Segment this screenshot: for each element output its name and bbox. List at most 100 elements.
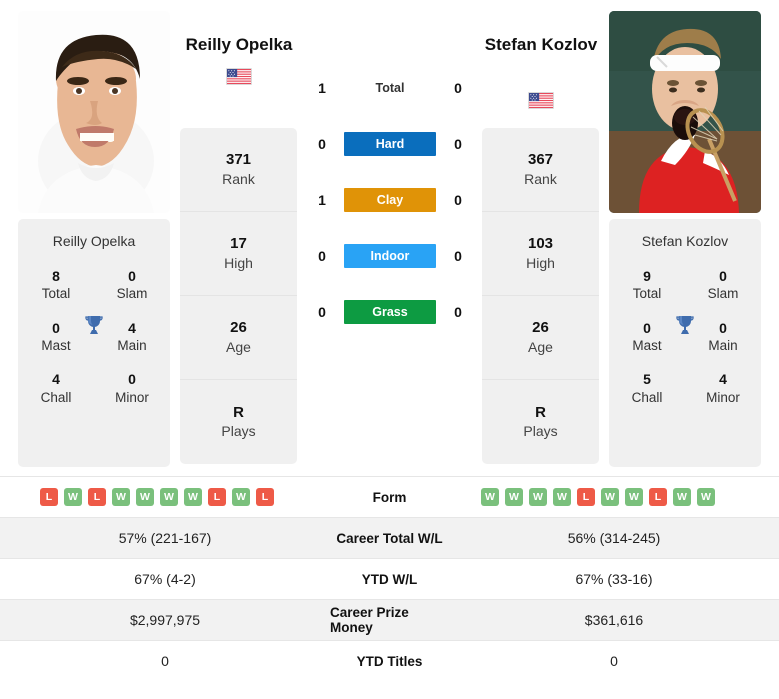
table-cell-left: $2,997,975	[129, 612, 201, 628]
h2h-row-hard: 0 Hard 0	[303, 116, 477, 172]
stat-value: 26	[230, 319, 247, 337]
titles-slam-left: 0 Slam	[104, 267, 160, 303]
surface-badge-grass[interactable]: Grass	[344, 300, 436, 324]
form-badge[interactable]: W	[553, 488, 571, 506]
form-badges-left: LWLWWWWLWL	[28, 488, 274, 506]
trophy-icon	[673, 313, 697, 337]
titles-chall-left: 4 Chall	[28, 370, 84, 406]
stat-label: Minor	[706, 389, 740, 405]
stat-label: Chall	[631, 389, 663, 405]
form-badge[interactable]: L	[88, 488, 106, 506]
stat-value: 0	[643, 319, 651, 336]
form-badge[interactable]: L	[40, 488, 58, 506]
form-badge[interactable]: W	[673, 488, 691, 506]
form-badge[interactable]: W	[136, 488, 154, 506]
comparison-header: Reilly Opelka Stefan Kozlov 1 Total 0 0 …	[0, 0, 779, 472]
stat-value: 0	[719, 268, 727, 284]
stat-label: Mast	[41, 337, 71, 353]
stat-value: 367	[527, 151, 554, 169]
h2h-score-right: 0	[454, 248, 462, 264]
titles-slam-right: 0 Slam	[695, 267, 751, 303]
stat-label: Chall	[40, 389, 72, 405]
stat-rank-right: 367 Rank	[482, 128, 599, 212]
h2h-score-left: 0	[318, 248, 326, 264]
titles-minor-left: 0 Minor	[104, 370, 160, 406]
titles-mast-left: 0 Mast	[28, 319, 84, 355]
us-flag-icon-right	[528, 92, 554, 109]
table-row-label: YTD Titles	[356, 653, 423, 669]
stat-value: 5	[643, 371, 651, 388]
titles-main-left: 4 Main	[104, 319, 160, 355]
h2h-score-right: 0	[454, 304, 462, 320]
form-badge[interactable]: W	[64, 488, 82, 506]
table-cell-left: 0	[161, 653, 169, 669]
stat-label: Rank	[222, 170, 255, 187]
titles-total-left: 8 Total	[28, 267, 84, 303]
form-badges-right: WWWWLWWLWW	[467, 488, 715, 506]
surface-badge-total: Total	[375, 81, 405, 95]
stat-label: High	[526, 254, 555, 271]
surface-badge-clay[interactable]: Clay	[344, 188, 436, 212]
stat-rank-left: 371 Rank	[180, 128, 297, 212]
form-badge[interactable]: L	[208, 488, 226, 506]
h2h-score-left: 0	[318, 304, 326, 320]
comparison-table: L W L W W W W L W L Form W W W W L W W L W W 57% (221-167) Car…	[0, 476, 779, 681]
form-badge[interactable]: W	[112, 488, 130, 506]
stat-value: 4	[719, 371, 727, 388]
stat-value: R	[233, 403, 244, 421]
form-badge[interactable]: W	[481, 488, 499, 506]
form-badge[interactable]: W	[232, 488, 250, 506]
stat-label: Minor	[115, 389, 149, 405]
h2h-score-right: 0	[454, 136, 462, 152]
surface-badge-hard[interactable]: Hard	[344, 132, 436, 156]
player-name-left[interactable]: Reilly Opelka	[176, 33, 302, 58]
h2h-row-clay: 1 Clay 0	[303, 172, 477, 228]
h2h-row-indoor: 0 Indoor 0	[303, 228, 477, 284]
player-titles-right: Stefan Kozlov 9 Total 0 Slam 0 Mast 0 Ma…	[609, 219, 761, 467]
stat-value: 4	[52, 371, 60, 388]
stat-age-right: 26 Age	[482, 296, 599, 380]
table-row: 57% (221-167) Career Total W/L 56% (314-24…	[0, 517, 779, 558]
stat-plays-left: R Plays	[180, 380, 297, 464]
h2h-score-left: 1	[318, 80, 326, 96]
titles-row: 4 Chall 0 Minor	[18, 370, 170, 406]
form-badge[interactable]: L	[256, 488, 274, 506]
titles-row: 5 Chall 4 Minor	[609, 370, 761, 406]
form-badge[interactable]: W	[697, 488, 715, 506]
player-photo-left[interactable]	[18, 11, 170, 213]
player-titles-left: Reilly Opelka 8 Total 0 Slam 0 Mast 4 Ma…	[18, 219, 170, 467]
stat-value: 103	[527, 235, 554, 253]
table-row: L W L W W W W L W L Form W W W W L W W L W W	[0, 476, 779, 517]
table-row-label: Form	[372, 489, 407, 505]
h2h-row-total: 1 Total 0	[303, 60, 477, 116]
table-row-label: Career Total W/L	[336, 530, 443, 546]
table-cell-left: 57% (221-167)	[118, 530, 212, 546]
table-cell-right: 0	[610, 653, 618, 669]
form-badge[interactable]: W	[625, 488, 643, 506]
stat-value: 0	[719, 319, 727, 336]
titles-main-right: 0 Main	[695, 319, 751, 355]
player-photo-right[interactable]	[609, 11, 761, 213]
table-cell-right: $361,616	[584, 612, 644, 628]
stat-value: 0	[128, 268, 136, 284]
form-badge[interactable]: W	[601, 488, 619, 506]
table-cell-right: WWWWLWWLWW	[449, 477, 779, 517]
surface-badge-indoor[interactable]: Indoor	[344, 244, 436, 268]
titles-chall-right: 5 Chall	[619, 370, 675, 406]
titles-row: 8 Total 0 Slam	[18, 267, 170, 303]
stat-label: Slam	[707, 286, 739, 302]
trophy-icon	[82, 313, 106, 337]
form-badge[interactable]: L	[649, 488, 667, 506]
titles-mast-right: 0 Mast	[619, 319, 675, 355]
form-badge[interactable]: W	[505, 488, 523, 506]
form-badge[interactable]: W	[529, 488, 547, 506]
form-badge[interactable]: W	[160, 488, 178, 506]
player-name-right[interactable]: Stefan Kozlov	[478, 33, 604, 58]
stat-label: Total	[632, 286, 662, 302]
form-badge[interactable]: W	[184, 488, 202, 506]
titles-minor-right: 4 Minor	[695, 370, 751, 406]
stat-label: Slam	[116, 286, 148, 302]
stat-value: 4	[128, 319, 136, 336]
table-row-label: YTD W/L	[361, 571, 418, 587]
form-badge[interactable]: L	[577, 488, 595, 506]
